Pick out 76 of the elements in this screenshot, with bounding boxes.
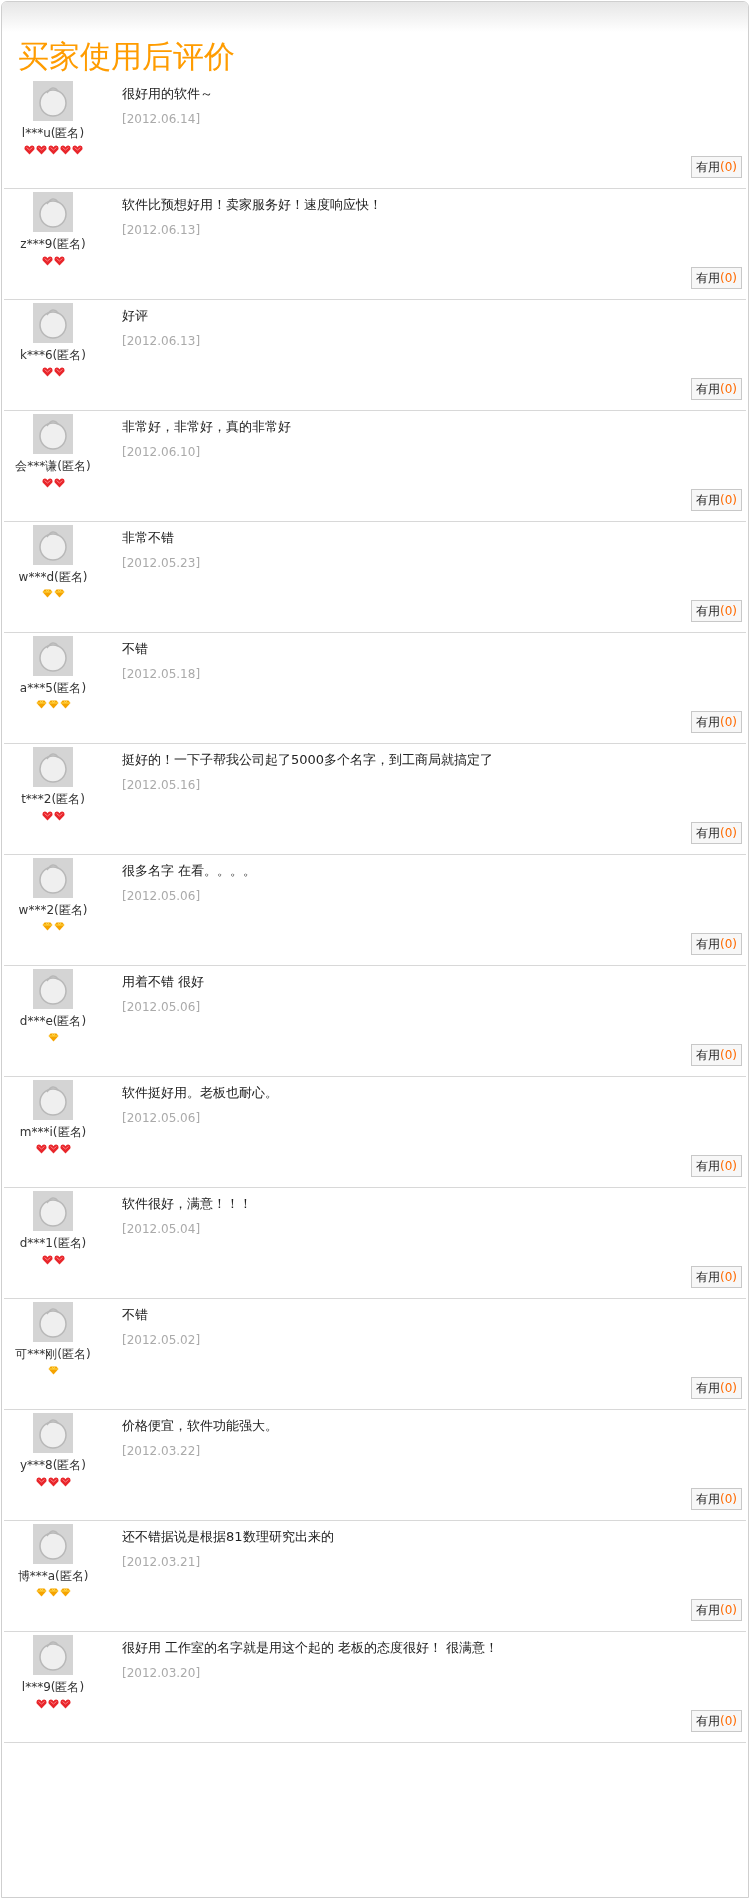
- avatar-icon: [33, 1413, 73, 1453]
- useful-button[interactable]: 有用(0): [691, 822, 742, 844]
- user-name: l***u(匿名): [21, 125, 85, 142]
- review-comment: 软件挺好用。老板也耐心。: [122, 1084, 278, 1102]
- review-date: [2012.05.02]: [122, 1333, 201, 1347]
- useful-button[interactable]: 有用(0): [691, 1710, 742, 1732]
- review-comment: 软件比预想好用！卖家服务好！速度响应快！: [122, 196, 382, 214]
- review-comment: 好评: [122, 307, 149, 325]
- review-comment: 价格便宜，软件功能强大。: [122, 1417, 278, 1435]
- review-date: [2012.05.06]: [122, 1111, 202, 1125]
- review-date: [2012.05.04]: [122, 1222, 202, 1236]
- useful-button[interactable]: 有用(0): [691, 933, 742, 955]
- review-date: [2012.06.10]: [122, 445, 202, 459]
- avatar-icon: [33, 747, 73, 787]
- useful-button[interactable]: 有用(0): [691, 711, 742, 733]
- useful-button[interactable]: 有用(0): [691, 1155, 742, 1177]
- user-name: m***i(匿名): [19, 1124, 87, 1141]
- user-name: 可***刚(匿名): [15, 1346, 91, 1363]
- user-name: z***9(匿名): [20, 236, 86, 253]
- avatar-icon: [33, 81, 73, 121]
- useful-button[interactable]: 有用(0): [691, 156, 742, 178]
- review-comment: 还不错据说是根据81数理研究出来的: [122, 1528, 334, 1546]
- useful-button[interactable]: 有用(0): [691, 1266, 742, 1288]
- useful-button[interactable]: 有用(0): [691, 1377, 742, 1399]
- review-date: [2012.05.16]: [122, 778, 202, 792]
- review-date: [2012.05.06]: [122, 1000, 202, 1014]
- review-date: [2012.06.13]: [122, 223, 202, 237]
- review-date: [2012.03.21]: [122, 1555, 202, 1569]
- avatar-icon: [33, 525, 73, 565]
- review-comment: 挺好的！一下子帮我公司起了5000多个名字，到工商局就搞定了: [122, 751, 494, 769]
- useful-button[interactable]: 有用(0): [691, 1044, 742, 1066]
- user-name: t***2(匿名): [21, 791, 85, 808]
- useful-button[interactable]: 有用(0): [691, 600, 742, 622]
- user-name: w***2(匿名): [18, 902, 88, 919]
- user-name: a***5(匿名): [19, 680, 87, 697]
- user-name: 会***谦(匿名): [15, 458, 91, 475]
- avatar-icon: [33, 969, 73, 1009]
- user-name: d***1(匿名): [19, 1235, 87, 1252]
- review-comment: 不错: [122, 1306, 149, 1324]
- avatar-icon: [33, 192, 73, 232]
- review-comment: 非常不错: [122, 529, 175, 547]
- review-date: [2012.05.06]: [122, 889, 202, 903]
- review-date: [2012.06.13]: [122, 334, 201, 348]
- avatar-icon: [33, 1524, 73, 1564]
- review-date: [2012.05.18]: [122, 667, 201, 681]
- avatar-icon: [33, 303, 73, 343]
- useful-button[interactable]: 有用(0): [691, 267, 742, 289]
- avatar-icon: [33, 414, 73, 454]
- review-comment: 不错: [122, 640, 149, 658]
- user-name: d***e(匿名): [19, 1013, 87, 1030]
- useful-button[interactable]: 有用(0): [691, 489, 742, 511]
- useful-button[interactable]: 有用(0): [691, 378, 742, 400]
- review-comment: 很好用 工作室的名字就是用这个起的 老板的态度很好！ 很满意！: [122, 1639, 499, 1657]
- avatar-icon: [33, 636, 73, 676]
- user-name: w***d(匿名): [18, 569, 88, 586]
- review-date: [2012.03.20]: [122, 1666, 202, 1680]
- avatar-icon: [33, 1191, 73, 1231]
- section-title: 买家使用后评价: [18, 37, 235, 76]
- review-comment: 非常好，非常好，真的非常好: [122, 418, 291, 436]
- user-name: l***9(匿名): [21, 1679, 85, 1696]
- review-comment: 很多名字 在看。。。。: [122, 862, 257, 880]
- review-date: [2012.06.14]: [122, 112, 202, 126]
- avatar-icon: [33, 1635, 73, 1675]
- useful-button[interactable]: 有用(0): [691, 1599, 742, 1621]
- user-name: y***8(匿名): [19, 1457, 87, 1474]
- user-name: 博***a(匿名): [17, 1568, 89, 1585]
- avatar-icon: [33, 858, 73, 898]
- review-comment: 很好用的软件～: [122, 85, 213, 103]
- useful-button[interactable]: 有用(0): [691, 1488, 742, 1510]
- review-comment: 用着不错 很好: [122, 973, 205, 991]
- user-name: k***6(匿名): [20, 347, 86, 364]
- avatar-icon: [33, 1302, 73, 1342]
- review-comment: 软件很好，满意！！！: [122, 1195, 252, 1213]
- review-date: [2012.03.22]: [122, 1444, 202, 1458]
- review-date: [2012.05.23]: [122, 556, 201, 570]
- avatar-icon: [33, 1080, 73, 1120]
